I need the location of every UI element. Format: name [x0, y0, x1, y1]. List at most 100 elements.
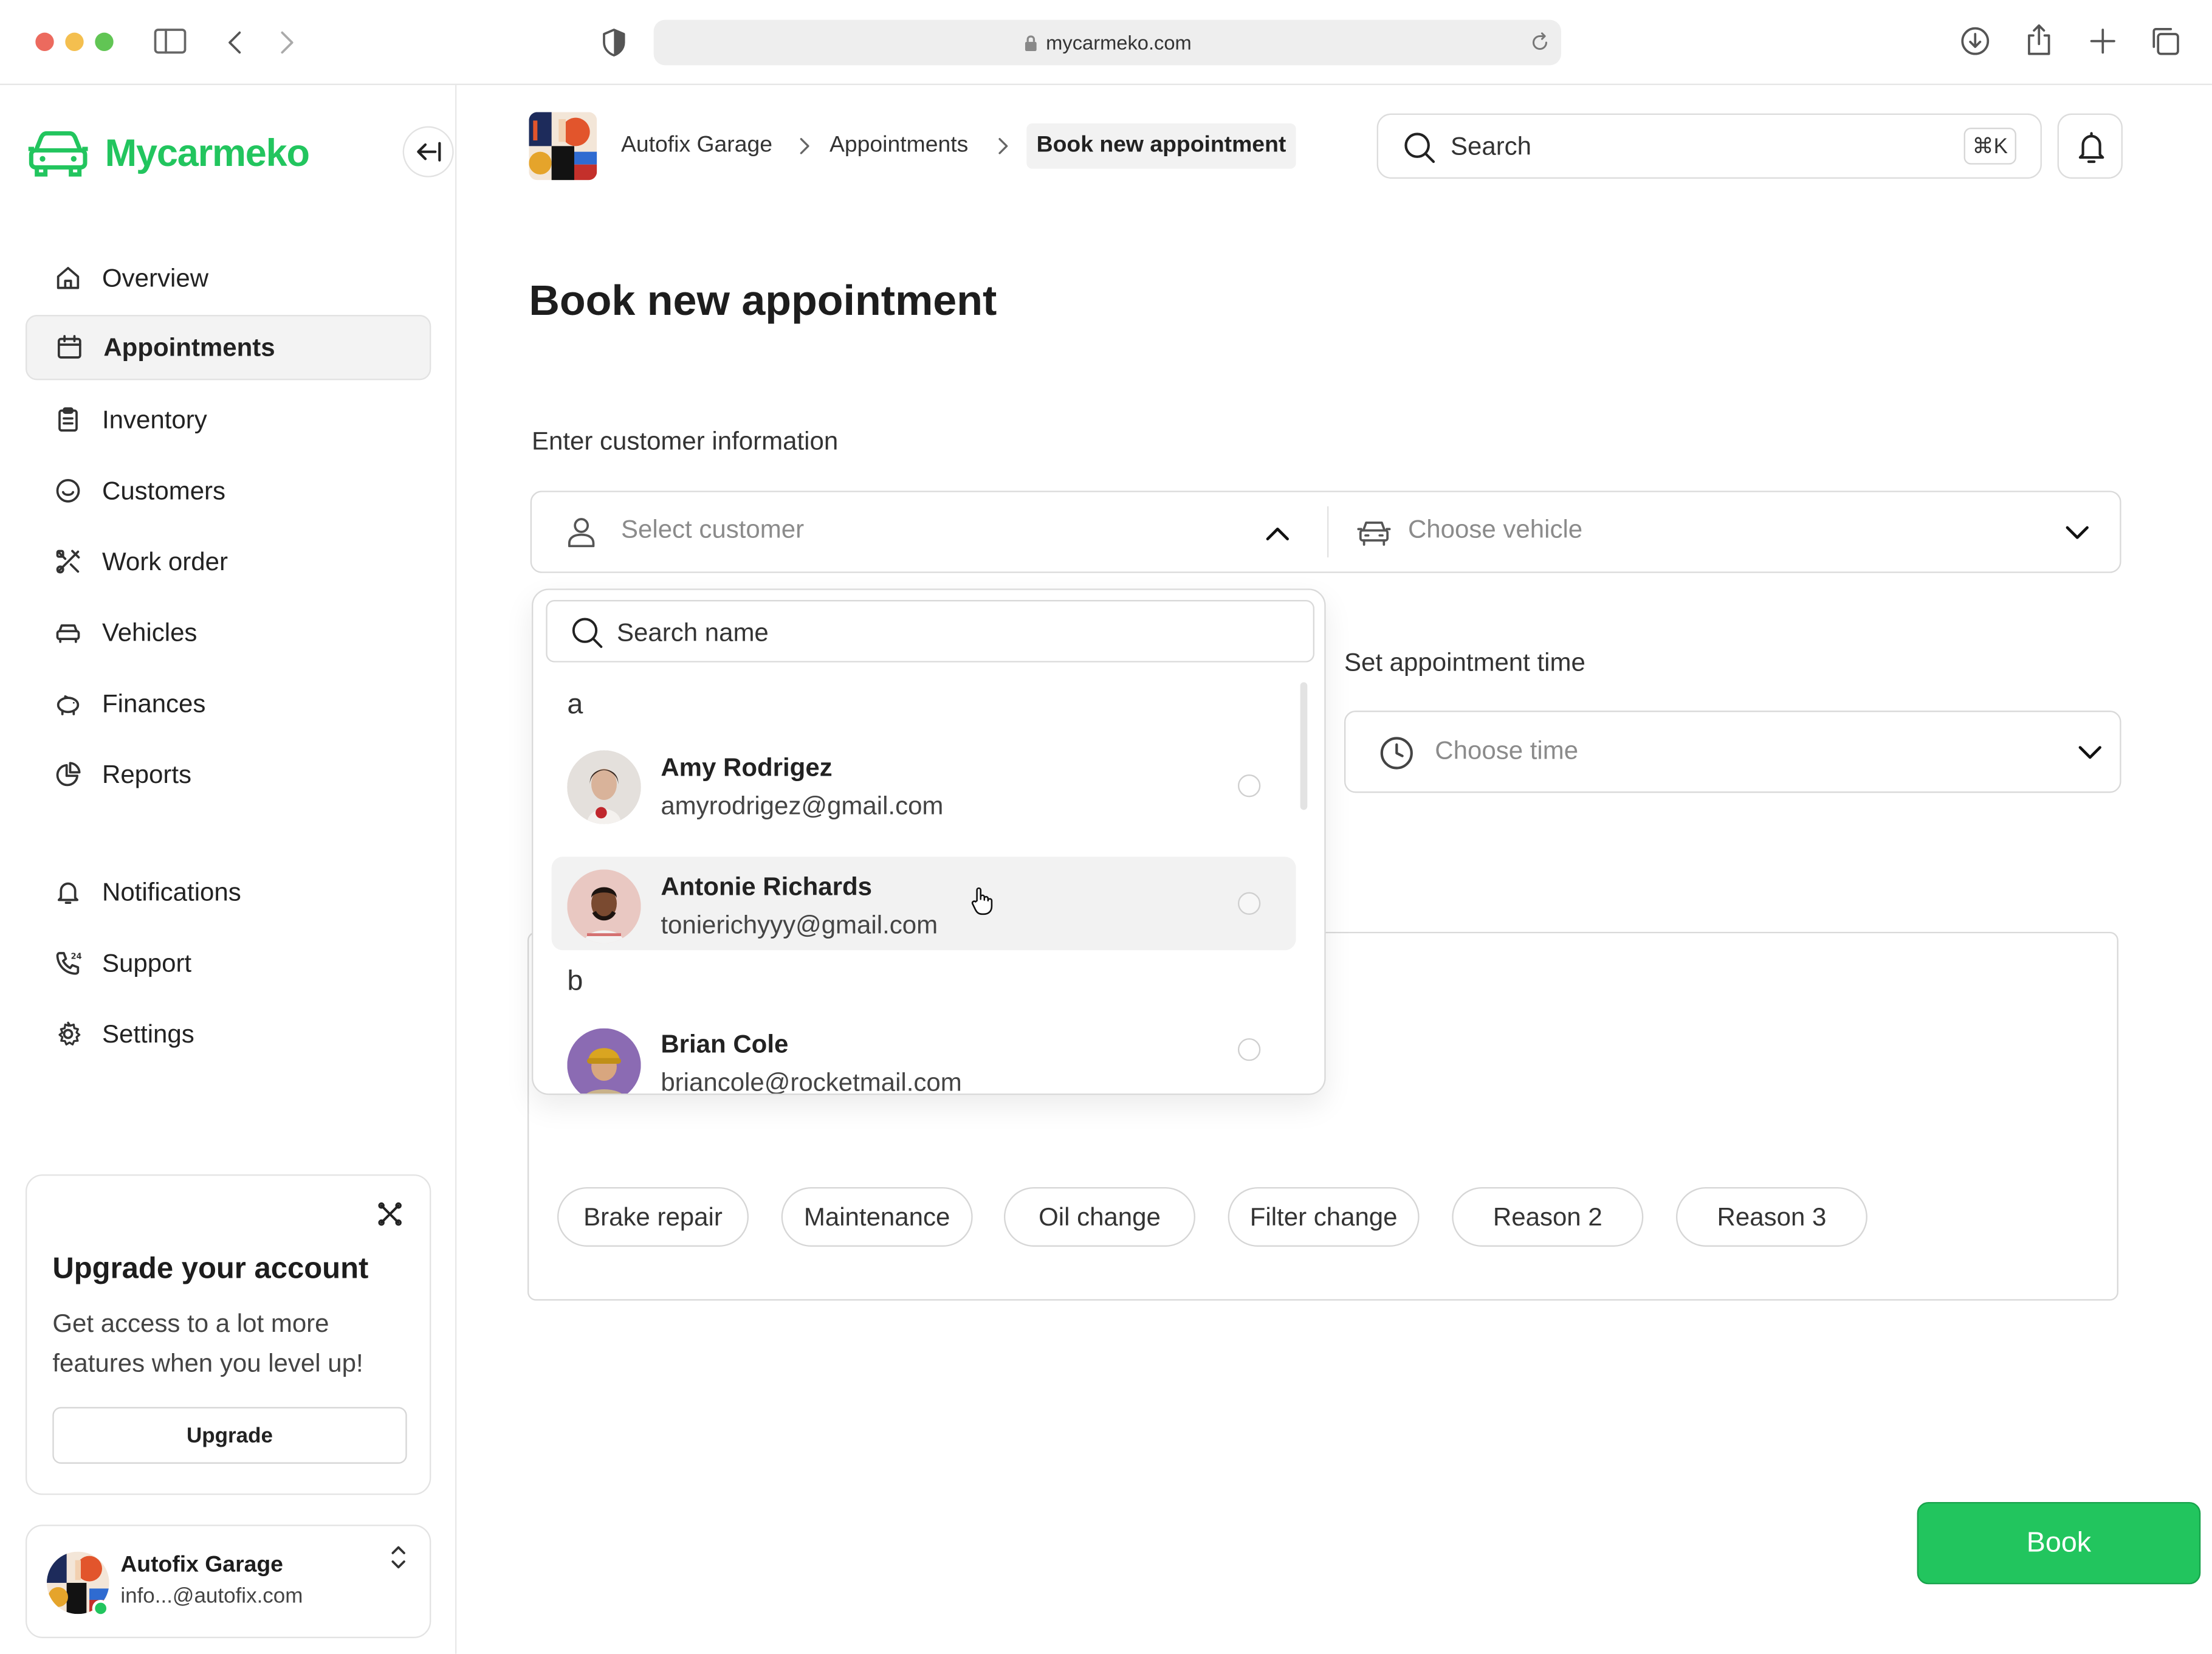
customer-option[interactable]: Amy Rodrigez amyrodrigez@gmail.com [552, 739, 1296, 833]
book-button[interactable]: Book [1917, 1501, 2201, 1585]
car-logo-icon [28, 131, 88, 177]
search-placeholder: Search [1450, 131, 1532, 160]
piggy-bank-icon [57, 695, 80, 715]
chevron-updown-icon [388, 1543, 408, 1572]
customer-name: Amy Rodrigez [661, 753, 833, 782]
dropdown-scrollbar[interactable] [1300, 682, 1308, 810]
vehicle-placeholder: Choose vehicle [1407, 514, 1583, 543]
brand-logo[interactable]: Mycarmeko [28, 128, 310, 179]
sidebar: Mycarmeko Overview Appointments Inventor… [0, 84, 457, 1654]
customer-radio[interactable] [1237, 892, 1261, 915]
pie-chart-icon [56, 762, 81, 787]
minimize-window-button[interactable] [65, 32, 84, 51]
sidebar-item-overview[interactable]: Overview [26, 246, 431, 311]
smile-icon [56, 478, 80, 503]
notifications-button[interactable] [2057, 113, 2123, 179]
customer-option[interactable]: Antonie Richards tonierichyyy@gmail.com [551, 856, 1296, 951]
reason-chip-maintenance[interactable]: Maintenance [781, 1187, 973, 1247]
chevron-right-icon [994, 136, 1011, 156]
reason-chip-reason-2[interactable]: Reason 2 [1452, 1187, 1644, 1247]
customer-name: Antonie Richards [661, 872, 873, 901]
tools-icon [56, 550, 80, 574]
customer-email: tonierichyyy@gmail.com [661, 910, 938, 939]
reload-icon[interactable] [1530, 31, 1550, 53]
close-window-button[interactable] [35, 32, 54, 51]
time-label: Set appointment time [1344, 648, 1585, 677]
sidebar-item-reports[interactable]: Reports [26, 742, 431, 807]
search-name-input[interactable]: Search name [546, 599, 1314, 663]
sidebar-item-label: Finances [101, 688, 206, 717]
sidebar-item-label: Customers [101, 475, 226, 505]
car-icon [1357, 515, 1391, 549]
sidebar-item-label: Work order [101, 546, 228, 576]
vehicle-select[interactable]: Choose vehicle [1328, 492, 2120, 572]
customer-radio[interactable] [1237, 774, 1261, 798]
downloads-icon[interactable] [1960, 26, 1991, 57]
upgrade-button[interactable]: Upgrade [52, 1407, 407, 1464]
sidebar-item-work-order[interactable]: Work order [26, 529, 431, 594]
back-icon[interactable] [224, 29, 247, 57]
customer-email: briancole@rocketmail.com [661, 1067, 962, 1095]
chevron-down-icon [2076, 737, 2104, 766]
browser-toolbar: mycarmeko.com [0, 0, 2212, 85]
close-icon[interactable] [377, 1201, 403, 1227]
sidebar-item-notifications[interactable]: Notifications [26, 860, 431, 925]
reason-chip-filter-change[interactable]: Filter change [1228, 1187, 1420, 1247]
customer-select[interactable]: Select customer [532, 492, 1326, 572]
group-letter-b: b [567, 965, 583, 998]
sidebar-toggle-icon[interactable] [153, 27, 187, 55]
bell-icon [2075, 129, 2109, 166]
sidebar-item-appointments[interactable]: Appointments [25, 314, 431, 381]
sidebar-item-inventory[interactable]: Inventory [26, 387, 431, 452]
bell-icon [57, 882, 79, 905]
share-icon[interactable] [2025, 22, 2053, 57]
sidebar-item-customers[interactable]: Customers [26, 458, 431, 523]
customer-radio[interactable] [1237, 1038, 1261, 1061]
time-placeholder: Choose time [1435, 736, 1579, 765]
reason-chip-oil-change[interactable]: Oil change [1003, 1187, 1195, 1247]
user-icon [565, 515, 599, 549]
online-status-dot [92, 1599, 109, 1617]
clock-icon [1378, 735, 1415, 772]
sidebar-item-label: Notifications [101, 877, 241, 906]
search-shortcut-badge: ⌘K [1963, 127, 2016, 165]
sidebar-item-finances[interactable]: Finances [26, 671, 431, 736]
page-title: Book new appointment [529, 278, 997, 325]
group-letter-a: a [567, 689, 583, 721]
collapse-sidebar-button[interactable] [402, 126, 454, 177]
lock-icon [1025, 35, 1036, 50]
sidebar-item-settings[interactable]: Settings [26, 1001, 431, 1066]
search-name-placeholder: Search name [616, 618, 769, 647]
avatar [567, 750, 641, 824]
breadcrumb-item-appointments[interactable]: Appointments [829, 133, 968, 159]
reason-chip-brake-repair[interactable]: Brake repair [557, 1187, 749, 1247]
maximize-window-button[interactable] [95, 32, 114, 51]
search-input[interactable]: Search ⌘K [1376, 113, 2042, 179]
shield-icon[interactable] [601, 27, 627, 58]
sidebar-item-label: Inventory [101, 405, 207, 433]
chevron-up-icon [1263, 519, 1292, 548]
breadcrumb-item-garage[interactable]: Autofix Garage [621, 133, 772, 159]
account-name: Autofix Garage [120, 1552, 283, 1577]
customer-option[interactable]: Brian Cole briancole@rocketmail.com [552, 1016, 1296, 1095]
phone-24-icon: 24 [56, 952, 82, 975]
sidebar-item-label: Overview [101, 263, 209, 292]
customer-placeholder: Select customer [620, 514, 805, 543]
time-select[interactable]: Choose time [1344, 710, 2121, 793]
search-icon [1403, 131, 1437, 165]
forward-icon[interactable] [275, 29, 298, 57]
garage-logo [529, 112, 597, 181]
account-switcher[interactable]: Autofix Garage info...@autofix.com [25, 1525, 431, 1638]
tabs-overview-icon[interactable] [2149, 26, 2180, 57]
new-tab-icon[interactable] [2089, 27, 2117, 55]
avatar [567, 869, 641, 943]
address-bar[interactable]: mycarmeko.com [653, 19, 1561, 66]
sidebar-item-label: Vehicles [101, 618, 197, 646]
brand-name: Mycarmeko [105, 131, 310, 174]
reason-chip-reason-3[interactable]: Reason 3 [1675, 1187, 1867, 1247]
home-icon [57, 267, 80, 289]
customer-dropdown: Search name a Amy Rodrigez amyrodrigez@g… [531, 588, 1326, 1095]
sidebar-item-vehicles[interactable]: Vehicles [26, 600, 431, 665]
sidebar-item-support[interactable]: 24 Support [26, 931, 431, 996]
avatar [567, 1028, 641, 1094]
